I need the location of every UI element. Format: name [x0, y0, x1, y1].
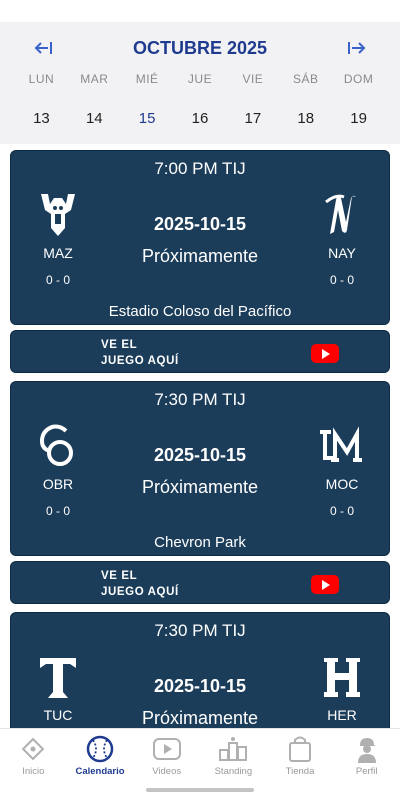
- youtube-icon: [311, 344, 339, 363]
- day-sun[interactable]: DOM 19: [332, 72, 385, 127]
- day-sat[interactable]: SÁB 18: [279, 72, 332, 127]
- team-record: 0 - 0: [45, 273, 70, 287]
- nav-inicio[interactable]: Inicio: [0, 729, 67, 781]
- games-list: 7:00 PM TIJ MAZ 0 - 0 2025-10-15 Próxima…: [10, 150, 390, 787]
- bottom-navigation: Inicio Calendario Videos Standing Tienda…: [0, 728, 400, 800]
- game-time: 7:30 PM TIJ: [154, 390, 246, 409]
- team-abbreviation: MOC: [325, 476, 359, 492]
- nav-perfil[interactable]: Perfil: [333, 729, 400, 781]
- day-name: SÁB: [292, 72, 319, 86]
- day-name: VIE: [242, 72, 264, 86]
- team-abbreviation: NAY: [328, 245, 356, 261]
- nav-tienda[interactable]: Tienda: [267, 729, 334, 781]
- play-icon: [152, 735, 182, 763]
- month-title: OCTUBRE 2025: [132, 38, 268, 58]
- day-name: LUN: [28, 72, 55, 86]
- day-number: 18: [297, 110, 315, 127]
- home-indicator: [146, 788, 254, 792]
- nav-label: Inicio: [22, 766, 45, 777]
- venue-name: Estadio Coloso del Pacífico: [108, 303, 292, 320]
- day-number: 13: [33, 110, 50, 127]
- day-tue[interactable]: MAR 14: [68, 72, 121, 127]
- day-name: JUE: [187, 72, 213, 86]
- nav-label: Perfil: [355, 766, 378, 777]
- watch-line-2: JUEGO AQUÍ: [101, 586, 179, 598]
- shopping-bag-icon: [285, 735, 315, 763]
- venue-name: Chevron Park: [154, 534, 246, 551]
- day-number: 15: [138, 110, 156, 127]
- day-name: MAR: [80, 72, 109, 86]
- watch-line-1: VE EL: [101, 339, 138, 351]
- mochis-lm-logo-icon: [312, 422, 372, 470]
- arrow-right-icon: [348, 42, 366, 54]
- nav-calendario[interactable]: Calendario: [67, 729, 134, 781]
- nav-label: Standing: [214, 766, 253, 777]
- day-mon[interactable]: LUN 13: [15, 72, 68, 127]
- youtube-icon: [311, 575, 339, 594]
- nav-label: Videos: [152, 766, 182, 777]
- watch-label: VE EL JUEGO AQUÍ: [101, 337, 179, 369]
- next-week-button[interactable]: [344, 36, 370, 60]
- month-row: OCTUBRE 2025: [0, 36, 400, 60]
- day-number: 17: [244, 110, 262, 127]
- baseball-icon: [85, 735, 115, 763]
- app-screen: OCTUBRE 2025 LUN 13 MAR 14 MIÉ 15 JUE 16…: [0, 0, 400, 800]
- day-number: 19: [350, 110, 367, 127]
- podium-icon: [218, 735, 248, 763]
- home-team: HER: [312, 653, 372, 735]
- watch-label: VE EL JUEGO AQUÍ: [101, 568, 179, 600]
- away-team: OBR 0 - 0: [28, 422, 88, 518]
- day-name: MIÉ: [135, 72, 159, 86]
- day-thu[interactable]: JUE 16: [174, 72, 227, 127]
- team-record: 0 - 0: [329, 504, 354, 518]
- watch-game-button[interactable]: VE EL JUEGO AQUÍ: [10, 561, 390, 604]
- game-card[interactable]: 7:30 PM TIJ OBR 0 - 0 2025-10-15 Próxima…: [10, 381, 390, 556]
- watch-line-2: JUEGO AQUÍ: [101, 355, 179, 367]
- home-team: MOC 0 - 0: [312, 422, 372, 518]
- team-record: 0 - 0: [45, 504, 70, 518]
- player-icon: [352, 735, 382, 763]
- calendar-header: OCTUBRE 2025 LUN 13 MAR 14 MIÉ 15 JUE 16…: [0, 22, 400, 144]
- watch-game-button[interactable]: VE EL JUEGO AQUÍ: [10, 330, 390, 373]
- baseball-diamond-icon: [18, 735, 48, 763]
- day-fri[interactable]: VIE 17: [226, 72, 279, 127]
- nav-label: Calendario: [75, 766, 125, 777]
- hermosillo-h-logo-icon: [312, 653, 372, 701]
- day-wed[interactable]: MIÉ 15: [121, 72, 174, 127]
- away-team: MAZ 0 - 0: [28, 191, 88, 287]
- team-abbreviation: HER: [327, 707, 357, 723]
- nav-videos[interactable]: Videos: [133, 729, 200, 781]
- watch-line-1: VE EL: [101, 570, 138, 582]
- nav-label: Tienda: [285, 766, 315, 777]
- day-name: DOM: [343, 72, 374, 86]
- game-time: 7:30 PM TIJ: [154, 621, 246, 640]
- game-time: 7:00 PM TIJ: [154, 159, 246, 178]
- game-card[interactable]: 7:00 PM TIJ MAZ 0 - 0 2025-10-15 Próxima…: [10, 150, 390, 325]
- nayarit-n-logo-icon: [312, 191, 372, 239]
- nav-standing[interactable]: Standing: [200, 729, 267, 781]
- home-team: NAY 0 - 0: [312, 191, 372, 287]
- day-number: 14: [85, 110, 103, 127]
- week-days: LUN 13 MAR 14 MIÉ 15 JUE 16 VIE 17 SÁB 1…: [15, 72, 385, 127]
- day-number: 16: [191, 110, 209, 127]
- team-record: 0 - 0: [329, 273, 354, 287]
